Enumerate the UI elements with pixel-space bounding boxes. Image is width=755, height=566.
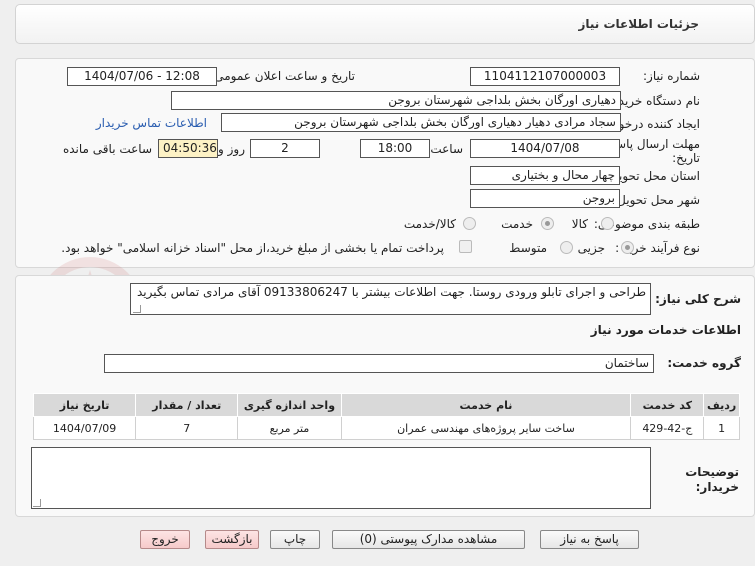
days-remaining-field: 2 [250,139,320,158]
category-goods-service-radio[interactable] [463,217,476,230]
col-service-code: کد خدمت [630,393,705,417]
province-field: چهار محال و بختیاری [470,166,620,185]
city-label: شهر محل تحویل: [613,193,700,207]
respond-button[interactable]: پاسخ به نیاز [540,530,639,549]
treasury-payment-note: پرداخت تمام یا بخشی از مبلغ خرید،از محل … [61,241,444,255]
city-field: بروجن [470,189,620,208]
days-label: روز و [218,142,245,156]
deadline-time-field: 18:00 [360,139,430,158]
deadline-time-label: ساعت [430,142,463,156]
cell-row-number: 1 [703,416,740,440]
attachments-button[interactable]: مشاهده مدارک پیوستی (0) [332,530,525,549]
services-table: ردیف کد خدمت نام خدمت واحد اندازه گیری ت… [32,393,740,440]
table-header-row: ردیف کد خدمت نام خدمت واحد اندازه گیری ت… [32,393,740,417]
service-group-label: گروه خدمت: [667,356,741,370]
page-header: جزئیات اطلاعات نیاز [15,4,755,44]
time-remaining-label: ساعت باقی مانده [62,142,152,156]
buyer-notes-label-1: توضیحات [685,465,739,479]
category-service-radio[interactable] [541,217,554,230]
announce-datetime-label: تاریخ و ساعت اعلان عمومی: [210,69,355,83]
process-minor-radio[interactable] [621,241,634,254]
process-medium-label: متوسط [509,241,547,255]
cell-need-date: 1404/07/09 [32,416,137,440]
print-button[interactable]: چاپ [270,530,320,549]
buyer-notes-field[interactable] [31,447,651,509]
page-title: جزئیات اطلاعات نیاز [578,17,699,31]
time-remaining-field: 04:50:36 [158,139,218,158]
buyer-notes-label-2: خریدار: [695,480,739,494]
description-field: طراحی و اجرای تابلو ورودی روستا. جهت اطل… [130,283,651,315]
need-number-field: 1104112107000003 [470,67,620,86]
deadline-date-label: تاریخ: [672,151,700,165]
col-quantity: تعداد / مقدار [135,393,239,417]
deadline-date-field: 1404/07/08 [470,139,620,158]
need-number-label: شماره نیاز: [643,69,700,83]
notes-resize-handle[interactable] [33,499,41,507]
col-service-name: نام خدمت [340,393,632,417]
process-medium-radio[interactable] [560,241,573,254]
back-button[interactable]: بازگشت [205,530,259,549]
category-service-label: خدمت [501,217,533,231]
cell-unit: متر مربع [237,416,342,440]
category-goods-radio[interactable] [601,217,614,230]
treasury-payment-checkbox[interactable] [459,240,472,253]
col-need-date: تاریخ نیاز [32,393,137,417]
resize-handle[interactable] [133,305,141,313]
category-goods-service-label: کالا/خدمت [403,217,456,231]
cell-quantity: 7 [135,416,239,440]
need-details-panel [15,58,755,268]
service-group-field: ساختمان [104,354,654,373]
table-row: 1 ج-42-429 ساخت سایر پروژه‌های مهندسی عم… [32,416,740,440]
creator-field: سجاد مرادی دهیار دهیاری اورگان بخش بلداج… [221,113,621,132]
services-title: اطلاعات خدمات مورد نیاز [590,323,741,337]
col-unit: واحد اندازه گیری [237,393,342,417]
buyer-contact-link[interactable]: اطلاعات تماس خریدار [96,116,207,130]
col-row-number: ردیف [703,393,740,417]
cell-service-code: ج-42-429 [630,416,705,440]
category-goods-label: کالا [571,217,588,231]
buyer-org-field: دهیاری اورگان بخش بلداجی شهرستان بروجن [171,91,621,110]
announce-datetime-field: 1404/07/06 - 12:08 [67,67,217,86]
process-minor-label: جزیی [577,241,605,255]
description-label: شرح کلی نیاز: [655,292,741,306]
cell-service-name: ساخت سایر پروژه‌های مهندسی عمران [340,416,632,440]
exit-button[interactable]: خروج [140,530,190,549]
